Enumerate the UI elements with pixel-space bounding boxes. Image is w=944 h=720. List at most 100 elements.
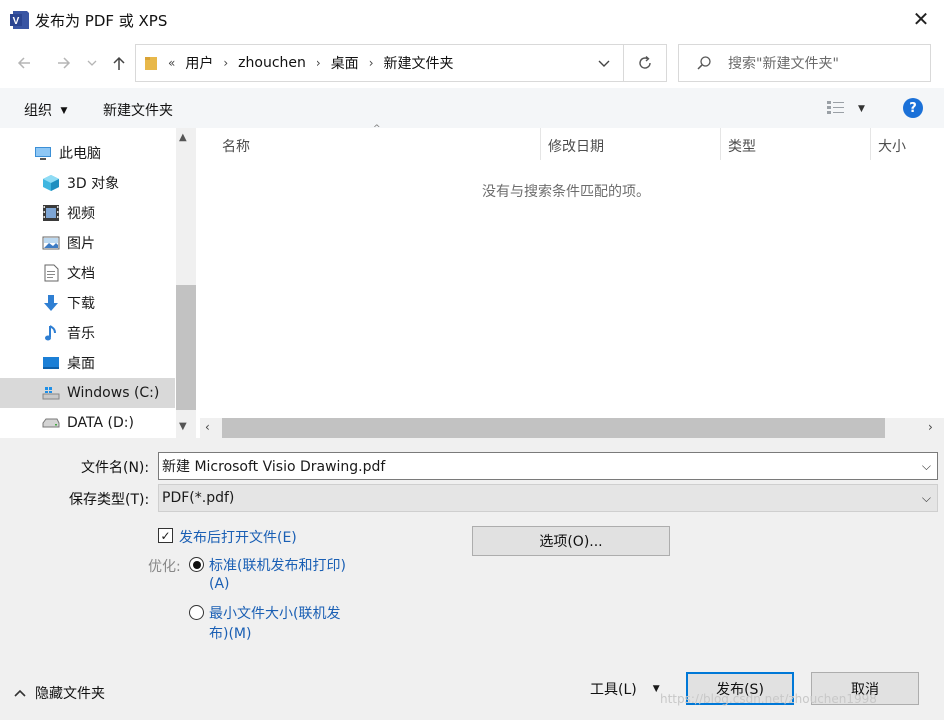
optimize-label: 优化: (148, 559, 181, 575)
nav-item-label: 视频 (67, 206, 95, 222)
breadcrumb-zhouchen[interactable]: zhouchen (238, 55, 306, 71)
scroll-down-icon[interactable]: ▼ (179, 421, 187, 432)
checkmark-icon: ✓ (160, 528, 171, 543)
hide-folders-toggle[interactable]: 隐藏文件夹 (14, 683, 105, 703)
caret-down-icon[interactable]: ▼ (858, 104, 865, 114)
document-icon (42, 264, 60, 282)
nav-item-label: 下载 (67, 296, 95, 312)
minimum-size-option-label-cont[interactable]: 布)(M) (209, 623, 251, 643)
arrow-left-icon (17, 57, 30, 69)
chevron-right-icon[interactable]: › (316, 56, 321, 70)
close-icon: ✕ (912, 7, 930, 31)
nav-item-label: DATA (D:) (67, 415, 134, 431)
scroll-up-icon[interactable]: ▲ (179, 132, 187, 143)
nav-item-this-pc[interactable]: 此电脑 (0, 138, 175, 168)
standard-option-label-cont[interactable]: (A) (209, 576, 230, 592)
nav-item-label: 桌面 (67, 356, 95, 372)
breadcrumb-desktop[interactable]: 桌面 (331, 53, 359, 73)
filetype-value: PDF(*.pdf) (162, 490, 235, 506)
help-button[interactable]: ? (903, 98, 923, 118)
chevron-down-icon (598, 60, 610, 67)
chevron-up-icon (14, 689, 26, 697)
nav-item-label: 3D 对象 (67, 176, 120, 192)
computer-icon (34, 144, 52, 162)
minimum-size-option-label[interactable]: 最小文件大小(联机发 (209, 603, 340, 623)
standard-option-label[interactable]: 标准(联机发布和打印) (209, 555, 346, 575)
nav-item-downloads[interactable]: 下载 (0, 288, 175, 318)
sort-ascending-icon: ^ (373, 124, 381, 134)
chevron-right-icon[interactable]: › (223, 56, 228, 70)
nav-item-3d-objects[interactable]: 3D 对象 (0, 168, 175, 198)
tools-label: 工具(L) (590, 682, 637, 698)
open-after-publish-checkbox[interactable]: ✓ (158, 528, 173, 543)
standard-radio[interactable] (189, 557, 204, 572)
close-button[interactable]: ✕ (898, 0, 944, 38)
filetype-select[interactable]: PDF(*.pdf) ⌵ (158, 484, 938, 512)
address-dropdown-button[interactable] (585, 44, 623, 82)
search-input[interactable]: 搜索"新建文件夹" (728, 53, 839, 73)
chevron-down-icon: ⌵ (921, 491, 931, 505)
download-icon (42, 294, 60, 312)
chevron-down-icon (87, 60, 97, 66)
search-icon (697, 56, 711, 70)
caret-down-icon: ▼ (60, 106, 68, 116)
minimum-size-radio[interactable] (189, 605, 204, 620)
organize-menu-button[interactable]: 组织 ▼ (24, 100, 67, 120)
scroll-left-icon[interactable]: ‹ (205, 420, 210, 434)
column-header-name[interactable]: 名称 (222, 136, 250, 156)
radio-selected-dot (192, 560, 201, 569)
column-header-type[interactable]: 类型 (728, 136, 756, 156)
nav-item-label: Windows (C:) (67, 385, 160, 401)
new-folder-button[interactable]: 新建文件夹 (103, 100, 173, 120)
arrow-right-icon (58, 57, 71, 69)
arrow-up-icon (113, 56, 125, 70)
cube-icon (42, 174, 60, 192)
nav-item-videos[interactable]: 视频 (0, 198, 175, 228)
refresh-button[interactable] (623, 44, 667, 82)
horizontal-scrollbar-thumb[interactable] (222, 418, 885, 438)
search-box[interactable]: 搜索"新建文件夹" (678, 44, 931, 82)
column-header-modified[interactable]: 修改日期 (548, 136, 604, 156)
chevron-down-icon[interactable]: ⌵ (922, 459, 931, 474)
refresh-icon (639, 55, 651, 69)
filename-label: 文件名(N): (81, 460, 150, 476)
breadcrumb-overflow[interactable]: « (168, 56, 175, 70)
window-title: 发布为 PDF 或 XPS (35, 12, 168, 30)
forward-button[interactable] (51, 50, 77, 76)
organize-label: 组织 (24, 103, 52, 119)
view-options-icon[interactable] (826, 100, 846, 120)
nav-item-label: 此电脑 (59, 146, 101, 162)
file-list[interactable] (196, 128, 944, 418)
nav-item-data-d[interactable]: DATA (D:) (0, 408, 175, 438)
breadcrumb-users[interactable]: 用户 (185, 53, 213, 73)
back-button[interactable] (11, 50, 37, 76)
tools-menu-button[interactable]: 工具(L) ▼ (590, 679, 660, 699)
picture-icon (42, 234, 60, 252)
recent-locations-button[interactable] (82, 50, 102, 76)
column-divider[interactable] (540, 128, 541, 160)
chevron-right-icon[interactable]: › (369, 56, 374, 70)
open-after-publish-label[interactable]: 发布后打开文件(E) (179, 527, 297, 547)
nav-item-windows-c[interactable]: Windows (C:) (0, 378, 175, 408)
nav-item-pictures[interactable]: 图片 (0, 228, 175, 258)
column-divider[interactable] (720, 128, 721, 160)
navigation-pane: 此电脑 3D 对象 视频 图片 文档 下载 音乐 桌面 Windows (C:)… (0, 128, 196, 438)
column-header-size[interactable]: 大小 (878, 136, 906, 156)
breadcrumb-new-folder[interactable]: 新建文件夹 (384, 53, 454, 73)
up-button[interactable] (106, 50, 132, 76)
nav-item-desktop[interactable]: 桌面 (0, 348, 175, 378)
navigation-scrollbar-thumb[interactable] (176, 285, 196, 410)
drive-d-icon (42, 414, 60, 432)
filename-field[interactable]: 新建 Microsoft Visio Drawing.pdf ⌵ (158, 452, 938, 480)
caret-down-icon: ▼ (652, 684, 660, 694)
filename-input[interactable]: 新建 Microsoft Visio Drawing.pdf (162, 456, 385, 476)
address-bar[interactable]: « 用户 › zhouchen › 桌面 › 新建文件夹 (135, 44, 623, 82)
column-divider[interactable] (870, 128, 871, 160)
nav-item-documents[interactable]: 文档 (0, 258, 175, 288)
nav-item-music[interactable]: 音乐 (0, 318, 175, 348)
save-options-panel (0, 438, 944, 720)
video-icon (42, 204, 60, 222)
scroll-right-icon[interactable]: › (928, 420, 933, 434)
options-button[interactable]: 选项(O)... (472, 526, 670, 556)
visio-app-icon: V (9, 9, 31, 31)
